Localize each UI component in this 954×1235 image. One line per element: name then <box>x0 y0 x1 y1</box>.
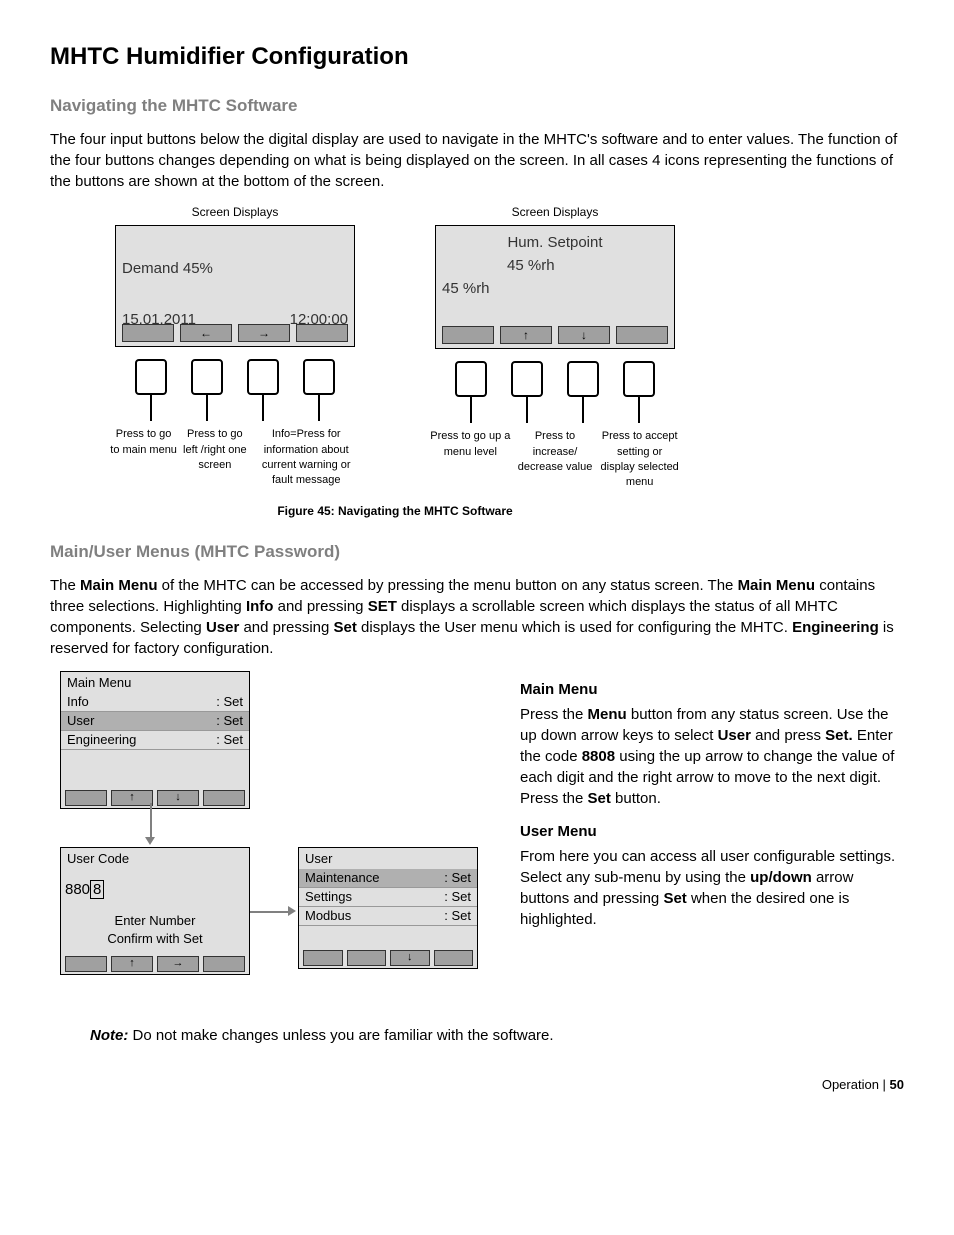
icon-blank <box>434 950 474 966</box>
edit-digit: 8 <box>90 880 104 899</box>
hw-button-b3[interactable] <box>567 361 599 397</box>
user-menu-paragraph: From here you can access all user config… <box>520 846 904 930</box>
icon-blank <box>203 956 245 972</box>
section2-paragraph: The Main Menu of the MHTC can be accesse… <box>50 575 904 659</box>
note: Note: Do not make changes unless you are… <box>90 1025 904 1046</box>
hw-button-b2[interactable] <box>511 361 543 397</box>
menu-flow-diagram: Main Menu Info: Set User: Set Engineerin… <box>50 671 480 1011</box>
right-arrow-icon: → <box>238 324 290 342</box>
icon-blank <box>303 950 343 966</box>
hw-button-2[interactable] <box>191 359 223 395</box>
screen-b-setpoint: 45 %rh <box>442 255 668 276</box>
down-arrow-icon: ↓ <box>558 326 610 344</box>
caption-a2: Press to go left /right one screen <box>181 427 248 489</box>
user-menu-title: User <box>305 850 332 868</box>
section-heading-menus: Main/User Menus (MHTC Password) <box>50 540 904 564</box>
main-menu-screen: Main Menu Info: Set User: Set Engineerin… <box>60 671 250 809</box>
up-arrow-icon: ↑ <box>111 956 153 972</box>
section1-paragraph: The four input buttons below the digital… <box>50 129 904 192</box>
caption-b1: Press to go up a menu level <box>430 429 511 491</box>
side-explanation: Main Menu Press the Menu button from any… <box>520 671 904 1011</box>
hw-button-b1[interactable] <box>455 361 487 397</box>
screen-b-label: Screen Displays <box>512 204 599 221</box>
set-icon <box>616 326 668 344</box>
connector <box>150 803 154 839</box>
main-menu-heading: Main Menu <box>520 679 904 700</box>
figure-caption: Figure 45: Navigating the MHTC Software <box>110 503 680 520</box>
screen-b: Hum. Setpoint 45 %rh 45 %rh ↑ ↓ <box>435 225 675 349</box>
menu-icon <box>122 324 174 342</box>
main-menu-title: Main Menu <box>67 674 131 692</box>
screen-b-title: Hum. Setpoint <box>442 232 668 253</box>
hw-button-b4[interactable] <box>623 361 655 397</box>
main-menu-paragraph: Press the Menu button from any status sc… <box>520 704 904 809</box>
section-heading-navigating: Navigating the MHTC Software <box>50 94 904 118</box>
arrow-icon <box>145 837 155 845</box>
back-icon <box>442 326 494 344</box>
caption-b3: Press to accept setting or display selec… <box>599 429 680 491</box>
page-footer: Operation | 50 <box>50 1076 904 1094</box>
down-arrow-icon: ↓ <box>157 790 199 806</box>
hw-button-1[interactable] <box>135 359 167 395</box>
hw-button-3[interactable] <box>247 359 279 395</box>
arrow-icon <box>288 906 296 916</box>
info-icon <box>296 324 348 342</box>
screen-b-current: 45 %rh <box>442 278 668 299</box>
icon-blank <box>203 790 245 806</box>
hw-button-4[interactable] <box>303 359 335 395</box>
down-arrow-icon: ↓ <box>390 950 430 966</box>
caption-a1: Press to go to main menu <box>110 427 177 489</box>
up-arrow-icon: ↑ <box>500 326 552 344</box>
caption-a3: Info=Press for information about current… <box>252 427 360 489</box>
screen-a-demand: Demand 45% <box>122 258 348 279</box>
page-title: MHTC Humidifier Configuration <box>50 40 904 74</box>
icon-blank <box>65 956 107 972</box>
user-menu-screen: User Maintenance: Set Settings: Set Modb… <box>298 847 478 969</box>
icon-blank <box>65 790 107 806</box>
right-arrow-icon: → <box>157 956 199 972</box>
screen-a-label: Screen Displays <box>192 204 279 221</box>
up-arrow-icon: ↑ <box>111 790 153 806</box>
figure-45: Screen Displays Demand 45% 15.01.2011 12… <box>110 204 904 519</box>
screen-a: Demand 45% 15.01.2011 12:00:00 ← → <box>115 225 355 347</box>
screen-b-column: Screen Displays Hum. Setpoint 45 %rh 45 … <box>430 204 680 490</box>
caption-b2: Press to increase/ decrease value <box>515 429 596 491</box>
icon-blank <box>347 950 387 966</box>
user-menu-heading: User Menu <box>520 821 904 842</box>
left-arrow-icon: ← <box>180 324 232 342</box>
user-code-screen: User Code 8808 Enter Number Confirm with… <box>60 847 250 975</box>
connector <box>250 911 290 913</box>
screen-a-column: Screen Displays Demand 45% 15.01.2011 12… <box>110 204 360 490</box>
user-code-title: User Code <box>67 850 129 868</box>
